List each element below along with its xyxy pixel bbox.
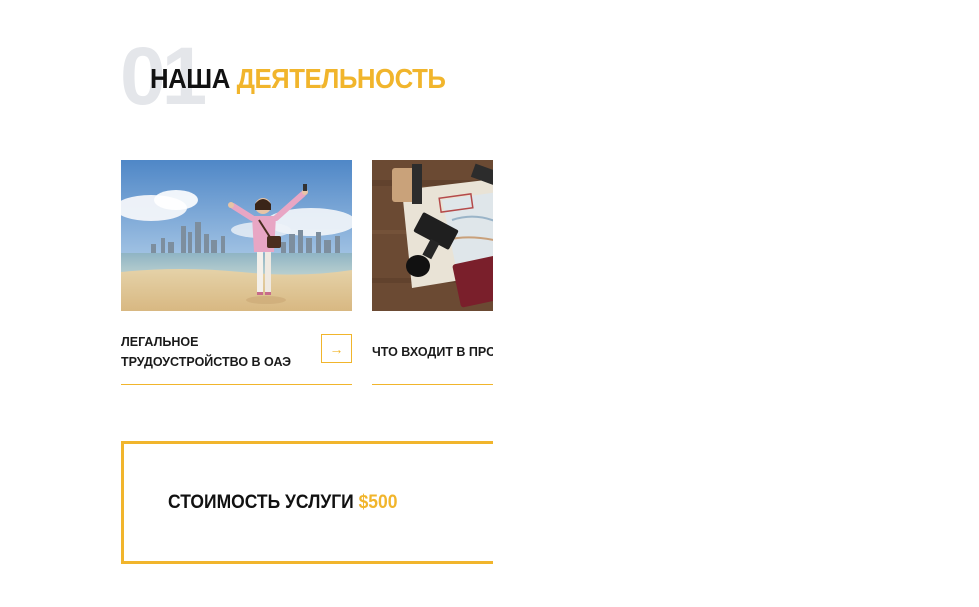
card-title[interactable]: ЛЕГАЛЬНОЕ ТРУДОУСТРОЙСТВО В ОАЭ — [121, 332, 306, 372]
card-footer: ЛЕГАЛЬНОЕ ТРУДОУСТРОЙСТВО В ОАЭ → — [121, 311, 352, 385]
activity-card[interactable]: ЧТО ВХОДИТ В ПРОЦЕДУРУ — [372, 160, 493, 385]
arrow-right-icon: → — [329, 340, 344, 357]
activity-card[interactable]: ЛЕГАЛЬНОЕ ТРУДОУСТРОЙСТВО В ОАЭ → — [121, 160, 352, 385]
price-label: СТОИМОСТЬ УСЛУГИ — [168, 492, 354, 513]
price-value: $500 — [358, 492, 398, 513]
beach-photo[interactable] — [121, 160, 352, 311]
card-title[interactable]: ЧТО ВХОДИТ В ПРОЦЕДУРУ — [372, 342, 493, 362]
page: 01 НАША ДЕЯТЕЛЬНОСТЬ ЛЕГАЛЬНОЕ ТРУДОУСТР… — [0, 0, 979, 607]
service-price-box: СТОИМОСТЬ УСЛУГИ $500 — [121, 441, 493, 564]
activities-carousel: ЛЕГАЛЬНОЕ ТРУДОУСТРОЙСТВО В ОАЭ → ЧТО ВХ… — [121, 150, 493, 580]
stamp-photo[interactable] — [372, 160, 493, 311]
arrow-right-button[interactable]: → — [321, 334, 352, 363]
card-footer: ЧТО ВХОДИТ В ПРОЦЕДУРУ — [372, 311, 493, 385]
price-text: СТОИМОСТЬ УСЛУГИ $500 — [168, 492, 397, 514]
section-title: НАША ДЕЯТЕЛЬНОСТЬ — [150, 62, 446, 96]
section-title-part2: ДЕЯТЕЛЬНОСТЬ — [236, 63, 446, 94]
section-title-part1: НАША — [150, 63, 230, 94]
